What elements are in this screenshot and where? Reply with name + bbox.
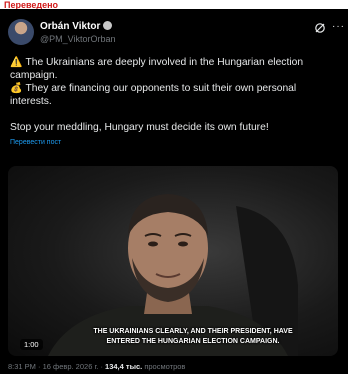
more-options-icon[interactable]: ··· <box>332 21 345 32</box>
post-card: Orbán Viktor @PM_ViktorOrban ··· ⚠️ The U… <box>0 9 348 374</box>
verified-badge-icon <box>103 21 113 30</box>
translate-post-link[interactable]: Перевести пост <box>10 139 61 146</box>
author-name[interactable]: Orbán Viktor <box>40 21 100 32</box>
video-duration: 1:00 <box>20 339 43 350</box>
timestamp[interactable]: 8:31 PM · 16 февр. 2026 г. · <box>8 362 103 371</box>
warning-emoji-icon: ⚠️ <box>10 57 23 68</box>
views-count[interactable]: 134,4 тыс. <box>105 362 142 371</box>
post-line: Stop your meddling, Hungary must decide … <box>10 122 269 133</box>
money-bag-emoji-icon: 💰 <box>10 83 23 94</box>
post-text: ⚠️ The Ukrainians are deeply involved in … <box>10 56 340 134</box>
views-label: просмотров <box>144 362 186 371</box>
author-handle[interactable]: @PM_ViktorOrban <box>40 34 116 44</box>
grok-icon[interactable] <box>314 22 326 34</box>
video-player[interactable]: THE UKRAINIANS CLEARLY, AND THEIR PRESID… <box>8 166 338 356</box>
video-subtitle: THE UKRAINIANS CLEARLY, AND THEIR PRESID… <box>93 328 293 345</box>
author-name-row[interactable]: Orbán Viktor <box>40 21 113 32</box>
post-line: 💰 They are financing our opponents to sui… <box>10 83 297 107</box>
post-line: ⚠️ The Ukrainians are deeply involved in … <box>10 57 304 81</box>
post-meta: 8:31 PM · 16 февр. 2026 г. · 134,4 тыс. … <box>8 362 185 371</box>
avatar[interactable] <box>8 19 34 45</box>
